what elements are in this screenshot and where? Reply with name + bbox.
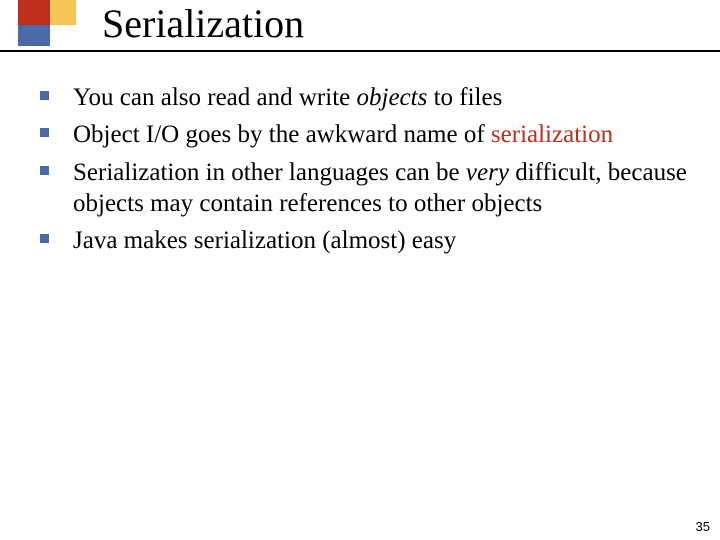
- bullet-text: Serialization in other languages can be …: [73, 157, 690, 220]
- slide: Serialization You can also read and writ…: [0, 0, 720, 540]
- logo-yellow-square: [50, 0, 76, 25]
- list-item: Java makes serialization (almost) easy: [34, 225, 690, 256]
- logo-blue-square: [18, 25, 50, 46]
- bullet-square-icon: [40, 166, 49, 175]
- list-item: Object I/O goes by the awkward name of s…: [34, 119, 690, 150]
- page-number: 35: [696, 519, 710, 534]
- logo-squares: [18, 0, 78, 46]
- bullet-list: You can also read and write objects to f…: [34, 80, 690, 262]
- logo-red-square: [18, 0, 50, 25]
- title-underline: [0, 50, 720, 52]
- bullet-square-icon: [40, 128, 49, 137]
- bullet-text: Java makes serialization (almost) easy: [73, 225, 456, 256]
- slide-title: Serialization: [102, 2, 304, 46]
- list-item: You can also read and write objects to f…: [34, 82, 690, 113]
- bullet-square-icon: [40, 234, 49, 243]
- list-item: Serialization in other languages can be …: [34, 157, 690, 220]
- bullet-text: Object I/O goes by the awkward name of s…: [73, 119, 613, 150]
- bullet-text: You can also read and write objects to f…: [73, 82, 502, 113]
- bullet-square-icon: [40, 91, 49, 100]
